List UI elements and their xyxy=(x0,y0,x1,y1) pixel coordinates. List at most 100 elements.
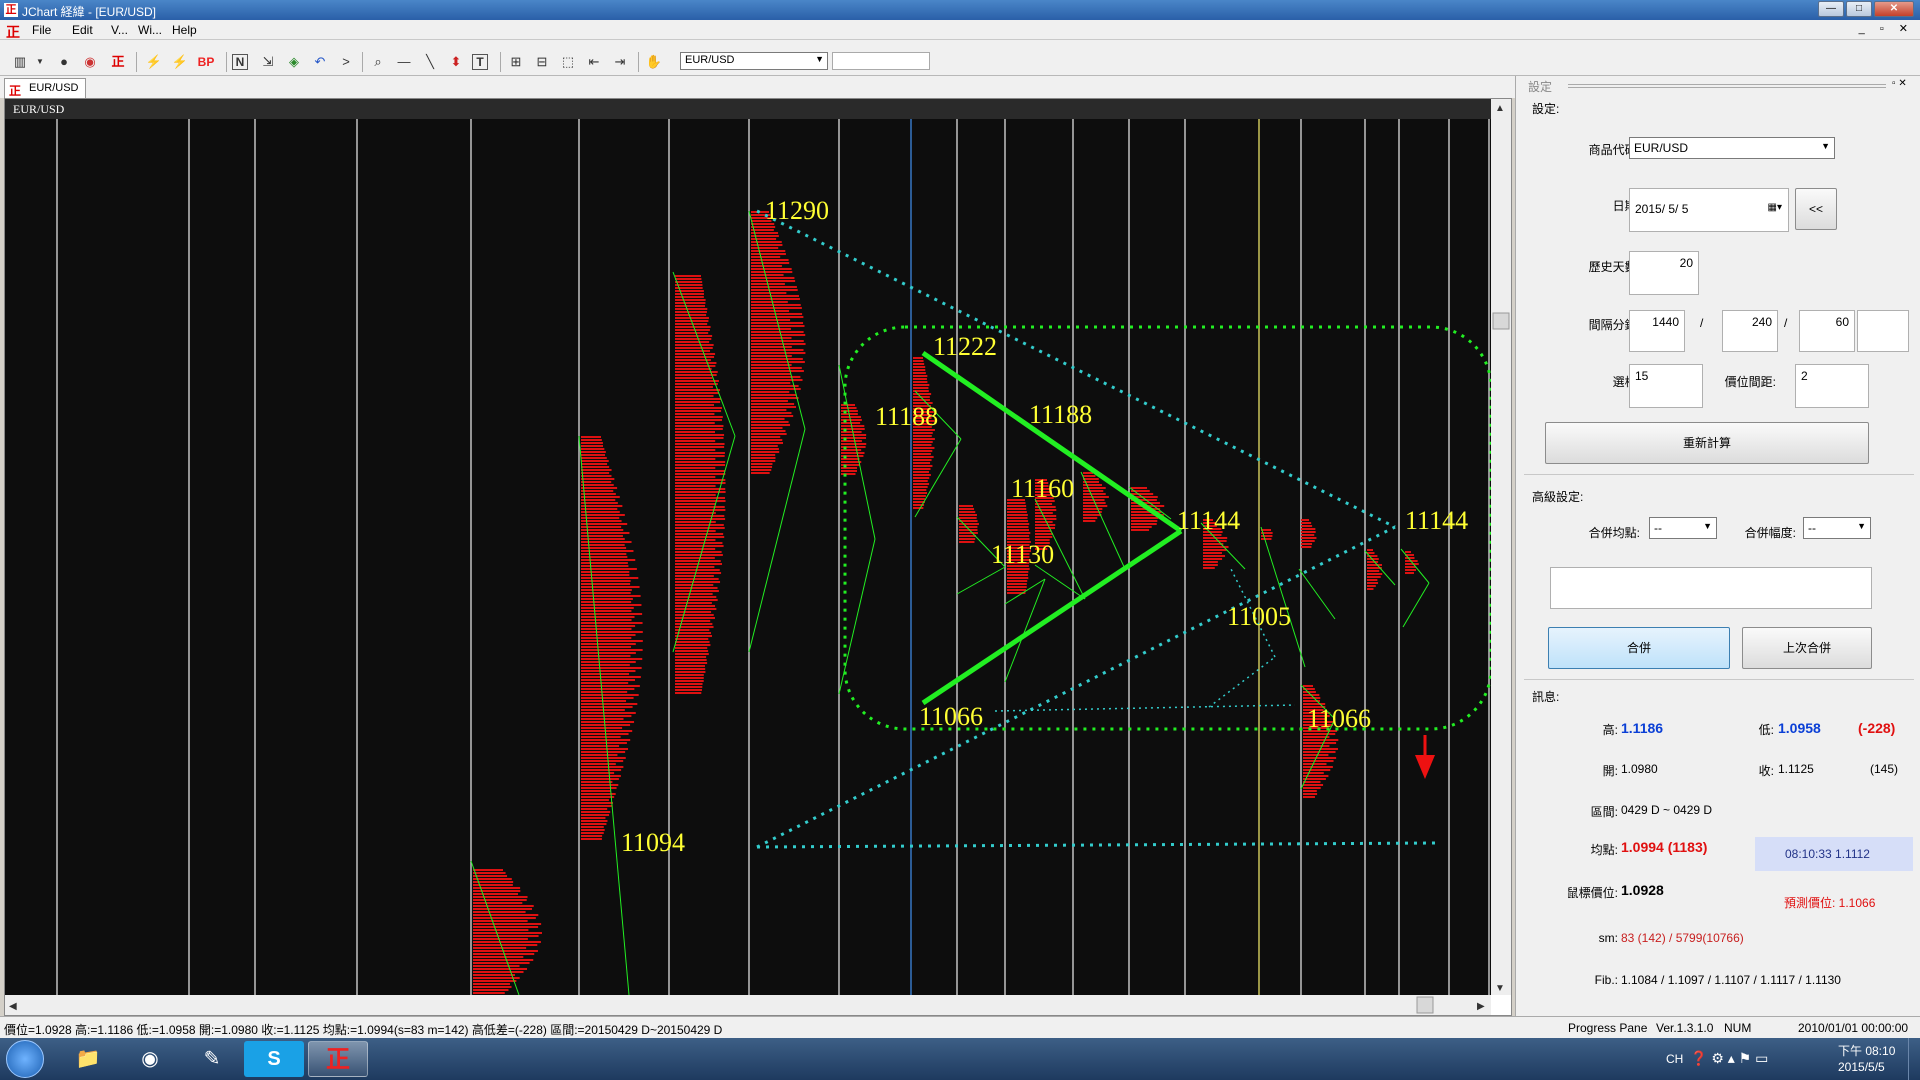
merge-width-combo[interactable]: -- ▼ xyxy=(1803,517,1871,539)
time-price-highlight: 08:10:33 1.1112 xyxy=(1755,837,1913,871)
profile-row xyxy=(1203,552,1222,554)
lightning-icon[interactable]: ⚡ xyxy=(144,52,164,72)
profile-row xyxy=(581,604,642,606)
scroll-left-icon[interactable]: ◀ xyxy=(9,1001,17,1012)
chart-canvas[interactable]: EUR/USD 11290 11222 11188 11188 11160 11130 11… xyxy=(5,99,1511,1015)
horizontal-scroll-thumb[interactable] xyxy=(1416,996,1434,1014)
interval-input-4[interactable] xyxy=(1857,310,1909,352)
sample-input[interactable]: 15 xyxy=(1629,364,1703,408)
symbol-combo[interactable]: EUR/USD ▼ xyxy=(1629,137,1835,159)
scroll-up-icon[interactable]: ▲ xyxy=(1495,103,1505,114)
scroll-right-icon[interactable]: ▶ xyxy=(1477,1001,1485,1012)
clock-time[interactable]: 下午 08:10 xyxy=(1838,1042,1895,1059)
merge-text-area[interactable] xyxy=(1550,567,1872,609)
skype-app[interactable]: S xyxy=(244,1041,304,1077)
scroll-left-icon[interactable]: ⇤ xyxy=(584,52,604,72)
panel-close-icon[interactable]: ▫ ✕ xyxy=(1892,78,1907,89)
menu-view[interactable]: V... xyxy=(111,23,128,37)
chart-type-icon[interactable]: ▥ xyxy=(10,52,30,72)
maximize-button[interactable]: □ xyxy=(1846,1,1872,17)
panel-grip[interactable] xyxy=(1568,84,1886,88)
jchart-icon[interactable]: 正 xyxy=(108,52,128,72)
pointer-icon[interactable]: ⇲ xyxy=(258,52,278,72)
record-icon[interactable]: ● xyxy=(54,52,74,72)
mdi-window-controls[interactable]: _ ▫ ✕ xyxy=(1859,22,1914,35)
profile-row xyxy=(675,449,716,451)
show-desktop-button[interactable] xyxy=(1908,1038,1920,1080)
clock-date[interactable]: 2015/5/5 xyxy=(1838,1060,1885,1074)
interval-input-3[interactable]: 60 xyxy=(1799,310,1855,352)
interval-input-2[interactable]: 240 xyxy=(1722,310,1778,352)
profile-row xyxy=(675,554,723,556)
profile-row xyxy=(1007,586,1027,588)
back-button[interactable]: << xyxy=(1795,188,1837,230)
hand-icon[interactable]: ✋ xyxy=(644,52,664,72)
bp-button[interactable]: BP xyxy=(196,52,216,72)
menu-help[interactable]: Help xyxy=(172,23,197,37)
profile-row xyxy=(581,445,603,447)
last-merge-button[interactable]: 上次合併 xyxy=(1742,627,1872,669)
chrome-icon[interactable]: ◉ xyxy=(120,1041,180,1077)
chart-area[interactable]: EUR/USD 11290 11222 11188 11188 11160 11130 11… xyxy=(4,98,1512,1016)
menu-edit[interactable]: Edit xyxy=(72,23,93,37)
profile-row xyxy=(675,461,726,463)
layers-icon[interactable]: ◈ xyxy=(284,52,304,72)
text-tool-button[interactable]: T xyxy=(472,54,488,70)
chevron-down-icon: ▼ xyxy=(1821,141,1830,151)
zoom-out-icon[interactable]: ⊟ xyxy=(532,52,552,72)
app-menu-icon[interactable]: 正 xyxy=(6,22,20,42)
horizontal-scrollbar[interactable] xyxy=(5,995,1491,1015)
profile-row xyxy=(473,974,515,976)
profile-row xyxy=(1083,484,1102,486)
profile-row xyxy=(581,616,635,618)
profile-row xyxy=(751,421,789,423)
menu-file[interactable]: File xyxy=(32,23,51,37)
menu-window[interactable]: Wi... xyxy=(138,23,162,37)
date-picker[interactable]: 2015/ 5/ 5 ▦▾ xyxy=(1629,188,1789,232)
toolbar-input[interactable] xyxy=(832,52,930,70)
profile-row xyxy=(841,404,855,406)
interval-input-1[interactable]: 1440 xyxy=(1629,310,1685,352)
close-button[interactable]: ✕ xyxy=(1874,1,1914,17)
language-indicator[interactable]: CH xyxy=(1666,1052,1683,1066)
merge-button[interactable]: 合併 xyxy=(1548,627,1730,669)
tab-eurusd[interactable]: 正 EUR/USD xyxy=(4,78,86,98)
lightning-red-icon[interactable]: ⚡ xyxy=(170,52,190,72)
explorer-icon[interactable]: 📁 xyxy=(58,1041,118,1077)
symbol-select[interactable]: EUR/USD ▼ xyxy=(680,52,828,70)
calendar-icon[interactable]: ▦▾ xyxy=(1768,202,1782,213)
select-area-icon[interactable]: ⬚ xyxy=(558,52,578,72)
scroll-down-icon[interactable]: ▼ xyxy=(1495,983,1505,994)
undo-icon[interactable]: ↶ xyxy=(310,52,330,72)
start-button[interactable] xyxy=(6,1040,44,1078)
horizontal-line-icon[interactable]: — xyxy=(394,52,414,72)
arrow-updown-icon[interactable]: ⬍ xyxy=(446,52,466,72)
minimize-button[interactable]: — xyxy=(1818,1,1844,17)
price-gap-input[interactable]: 2 xyxy=(1795,364,1869,408)
profile-row xyxy=(675,662,708,664)
chart-type-dropdown-icon[interactable]: ▼ xyxy=(34,52,46,72)
zoom-in-icon[interactable]: ⊞ xyxy=(506,52,526,72)
history-days-input[interactable]: 20 xyxy=(1629,251,1699,295)
scroll-right-icon[interactable]: ⇥ xyxy=(610,52,630,72)
profile-row xyxy=(473,878,512,880)
vertical-scrollbar[interactable] xyxy=(1491,99,1511,995)
zoom-icon[interactable]: ⌕ xyxy=(368,52,388,72)
trend-line-icon[interactable]: ╲ xyxy=(420,52,440,72)
profile-row xyxy=(959,532,978,534)
profile-row xyxy=(751,247,779,249)
next-icon[interactable]: > xyxy=(336,52,356,72)
n-button[interactable]: N xyxy=(232,54,248,70)
profile-row xyxy=(751,439,783,441)
merge-average-combo[interactable]: -- ▼ xyxy=(1649,517,1717,539)
recalculate-button[interactable]: 重新計算 xyxy=(1545,422,1869,464)
vertical-scroll-thumb[interactable] xyxy=(1492,312,1510,330)
jchart-app[interactable]: 正 xyxy=(308,1041,368,1077)
profile-row xyxy=(913,486,928,488)
notepad-icon[interactable]: ✎ xyxy=(182,1041,242,1077)
profile-row xyxy=(751,310,790,312)
help-icon[interactable]: ❓ ⚙ ▴ ⚑ ▭ xyxy=(1690,1050,1768,1067)
car-icon[interactable]: ◉ xyxy=(80,52,100,72)
profile-row xyxy=(675,632,711,634)
high-value: 1.1186 xyxy=(1621,720,1664,736)
